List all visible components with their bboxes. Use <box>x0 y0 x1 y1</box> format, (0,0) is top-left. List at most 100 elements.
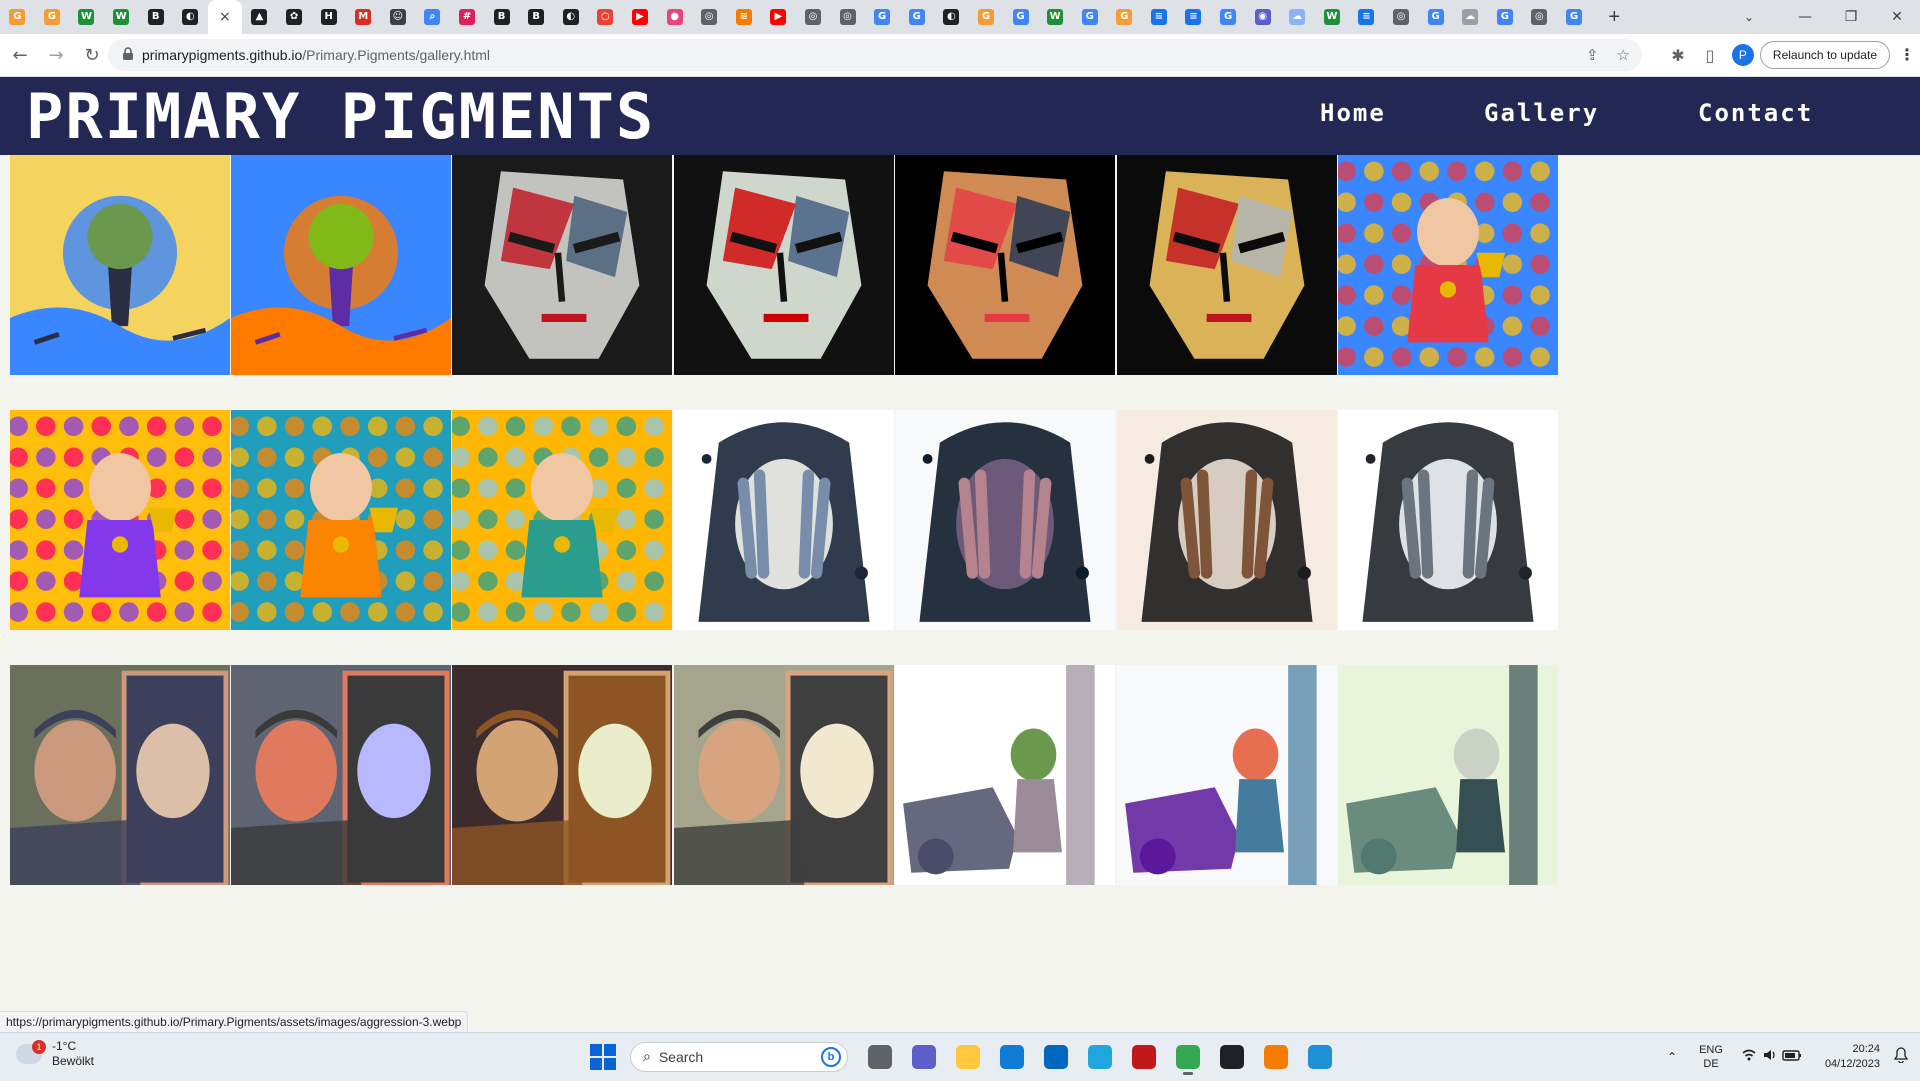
gallery-image-child-tree-crash-forest[interactable] <box>1338 665 1558 885</box>
extensions-icon[interactable]: ✱ <box>1662 46 1694 65</box>
tab[interactable]: G <box>1557 0 1592 34</box>
tab[interactable]: ☁ <box>1280 0 1315 34</box>
gallery-image-angry-face-palette-knife[interactable] <box>674 155 894 375</box>
tab[interactable]: ◎ <box>1522 0 1557 34</box>
back-button[interactable]: ← <box>4 39 36 71</box>
gallery-image-man-mirror-reflection[interactable] <box>452 665 672 885</box>
gallery-image-boy-medal-podium[interactable] <box>452 410 672 630</box>
nav-link-gallery[interactable]: Gallery <box>1484 99 1599 127</box>
gallery-image-boy-trophy-spotlight[interactable] <box>231 410 451 630</box>
tab[interactable]: G <box>35 0 70 34</box>
tab[interactable]: W <box>69 0 104 34</box>
tab[interactable]: ◐ <box>173 0 208 34</box>
gallery-image-man-mirror-reflection[interactable] <box>674 665 894 885</box>
site-info-icon[interactable] <box>114 46 142 64</box>
gallery-image-girl-crying-car-crash[interactable] <box>1117 665 1337 885</box>
teams-icon[interactable] <box>906 1039 942 1075</box>
gallery-image-earth-tree-harmony[interactable] <box>10 155 230 375</box>
profile-avatar[interactable]: P <box>1731 44 1754 66</box>
gallery-image-man-mirror-reflection[interactable] <box>231 665 451 885</box>
clock[interactable]: 20:24 04/12/2023 <box>1825 1042 1880 1072</box>
tab[interactable]: ≡ <box>1349 0 1384 34</box>
forward-button[interactable]: → <box>40 39 72 71</box>
side-panel-icon[interactable]: ▯ <box>1694 46 1726 65</box>
chatgpt-helper-icon[interactable] <box>1082 1039 1118 1075</box>
tab[interactable]: ⌕ <box>415 0 450 34</box>
tab[interactable]: ▶ <box>623 0 658 34</box>
show-hidden-icons-icon[interactable]: ⌃ <box>1667 1050 1677 1064</box>
tab[interactable]: G <box>1107 0 1142 34</box>
emoji-icon[interactable] <box>1214 1039 1250 1075</box>
nav-link-contact[interactable]: Contact <box>1698 99 1813 127</box>
relaunch-button[interactable]: Relaunch to update <box>1759 41 1890 69</box>
tab[interactable]: G <box>1488 0 1523 34</box>
task-view-icon[interactable] <box>862 1039 898 1075</box>
address-bar[interactable]: primarypigments.github.io/Primary.Pigmen… <box>108 39 1642 71</box>
gallery-image-boy-car-crash-tree[interactable] <box>895 665 1115 885</box>
gallery-image-woman-hands-face-watercolor[interactable] <box>674 410 894 630</box>
orange-app-icon[interactable] <box>1258 1039 1294 1075</box>
file-explorer-icon[interactable] <box>950 1039 986 1075</box>
gallery-image-man-mirror-reflection[interactable] <box>10 665 230 885</box>
tab[interactable]: ☁ <box>1453 0 1488 34</box>
tab[interactable]: G <box>865 0 900 34</box>
edge-icon[interactable] <box>994 1039 1030 1075</box>
bing-icon[interactable]: b <box>821 1047 841 1067</box>
tab[interactable]: G <box>1418 0 1453 34</box>
notification-bell-icon[interactable] <box>1893 1047 1909 1067</box>
maximize-button[interactable]: ❐ <box>1828 0 1874 34</box>
gallery-image-angry-face-palette-knife[interactable] <box>452 155 672 375</box>
bookmark-star-icon[interactable]: ☆ <box>1617 46 1630 64</box>
language-indicator[interactable]: ENG DE <box>1699 1043 1723 1071</box>
gallery-image-woman-hands-face-watercolor[interactable] <box>895 410 1115 630</box>
tab[interactable]: ≋ <box>726 0 761 34</box>
gallery-image-angry-face-palette-knife[interactable] <box>895 155 1115 375</box>
chrome-icon[interactable] <box>1170 1039 1206 1075</box>
url-text[interactable]: primarypigments.github.io/Primary.Pigmen… <box>142 47 490 63</box>
tab[interactable]: ◐ <box>554 0 589 34</box>
tab[interactable]: ◎ <box>830 0 865 34</box>
minimize-button[interactable]: — <box>1782 0 1828 34</box>
tab[interactable]: H <box>311 0 346 34</box>
tab[interactable]: G <box>0 0 35 34</box>
network-volume-battery-icon[interactable] <box>1741 1047 1803 1067</box>
weather-widget[interactable]: 1 -1°C Bewölkt <box>16 1039 94 1069</box>
tab[interactable]: # <box>450 0 485 34</box>
tab-search-button[interactable]: ⌄ <box>1732 0 1766 34</box>
close-window-button[interactable]: ✕ <box>1874 0 1920 34</box>
tab[interactable]: W <box>1315 0 1350 34</box>
tab[interactable]: B <box>484 0 519 34</box>
tab[interactable]: W <box>1038 0 1073 34</box>
tab-active[interactable]: × <box>207 0 243 34</box>
mcafee-icon[interactable] <box>1126 1039 1162 1075</box>
windows-start-icon[interactable] <box>590 1044 616 1070</box>
tab[interactable]: ◎ <box>692 0 727 34</box>
tab[interactable]: ▶ <box>761 0 796 34</box>
tab[interactable]: M <box>346 0 381 34</box>
new-tab-button[interactable]: + <box>1597 0 1631 34</box>
tab[interactable]: ◎ <box>1384 0 1419 34</box>
gallery-image-child-trophy-applause[interactable] <box>1338 155 1558 375</box>
share-icon[interactable]: ⇪ <box>1586 46 1599 64</box>
notepad-icon[interactable] <box>1302 1039 1338 1075</box>
gallery-image-woman-hands-face-watercolor[interactable] <box>1117 410 1337 630</box>
browser-menu-icon[interactable]: ⋮ <box>1894 45 1920 65</box>
tab[interactable]: G <box>1211 0 1246 34</box>
taskbar-search-input[interactable]: ⌕ Search b <box>630 1042 848 1072</box>
gallery-image-peace-sign-river[interactable] <box>231 155 451 375</box>
gallery-image-girl-trophy-crowd[interactable] <box>10 410 230 630</box>
tab[interactable]: ✿ <box>277 0 312 34</box>
tab[interactable]: ≡ <box>1142 0 1177 34</box>
tab[interactable]: ● <box>657 0 692 34</box>
tab[interactable]: ◎ <box>796 0 831 34</box>
tab[interactable]: ◉ <box>1245 0 1280 34</box>
tab[interactable]: G <box>899 0 934 34</box>
tab[interactable]: ◐ <box>934 0 969 34</box>
reload-button[interactable]: ↻ <box>76 39 108 71</box>
tab[interactable]: ≡ <box>1176 0 1211 34</box>
tab[interactable]: G <box>1003 0 1038 34</box>
tab[interactable]: G <box>969 0 1004 34</box>
store-icon[interactable] <box>1038 1039 1074 1075</box>
nav-link-home[interactable]: Home <box>1320 99 1386 127</box>
gallery-image-woman-hands-face-watercolor[interactable] <box>1338 410 1558 630</box>
